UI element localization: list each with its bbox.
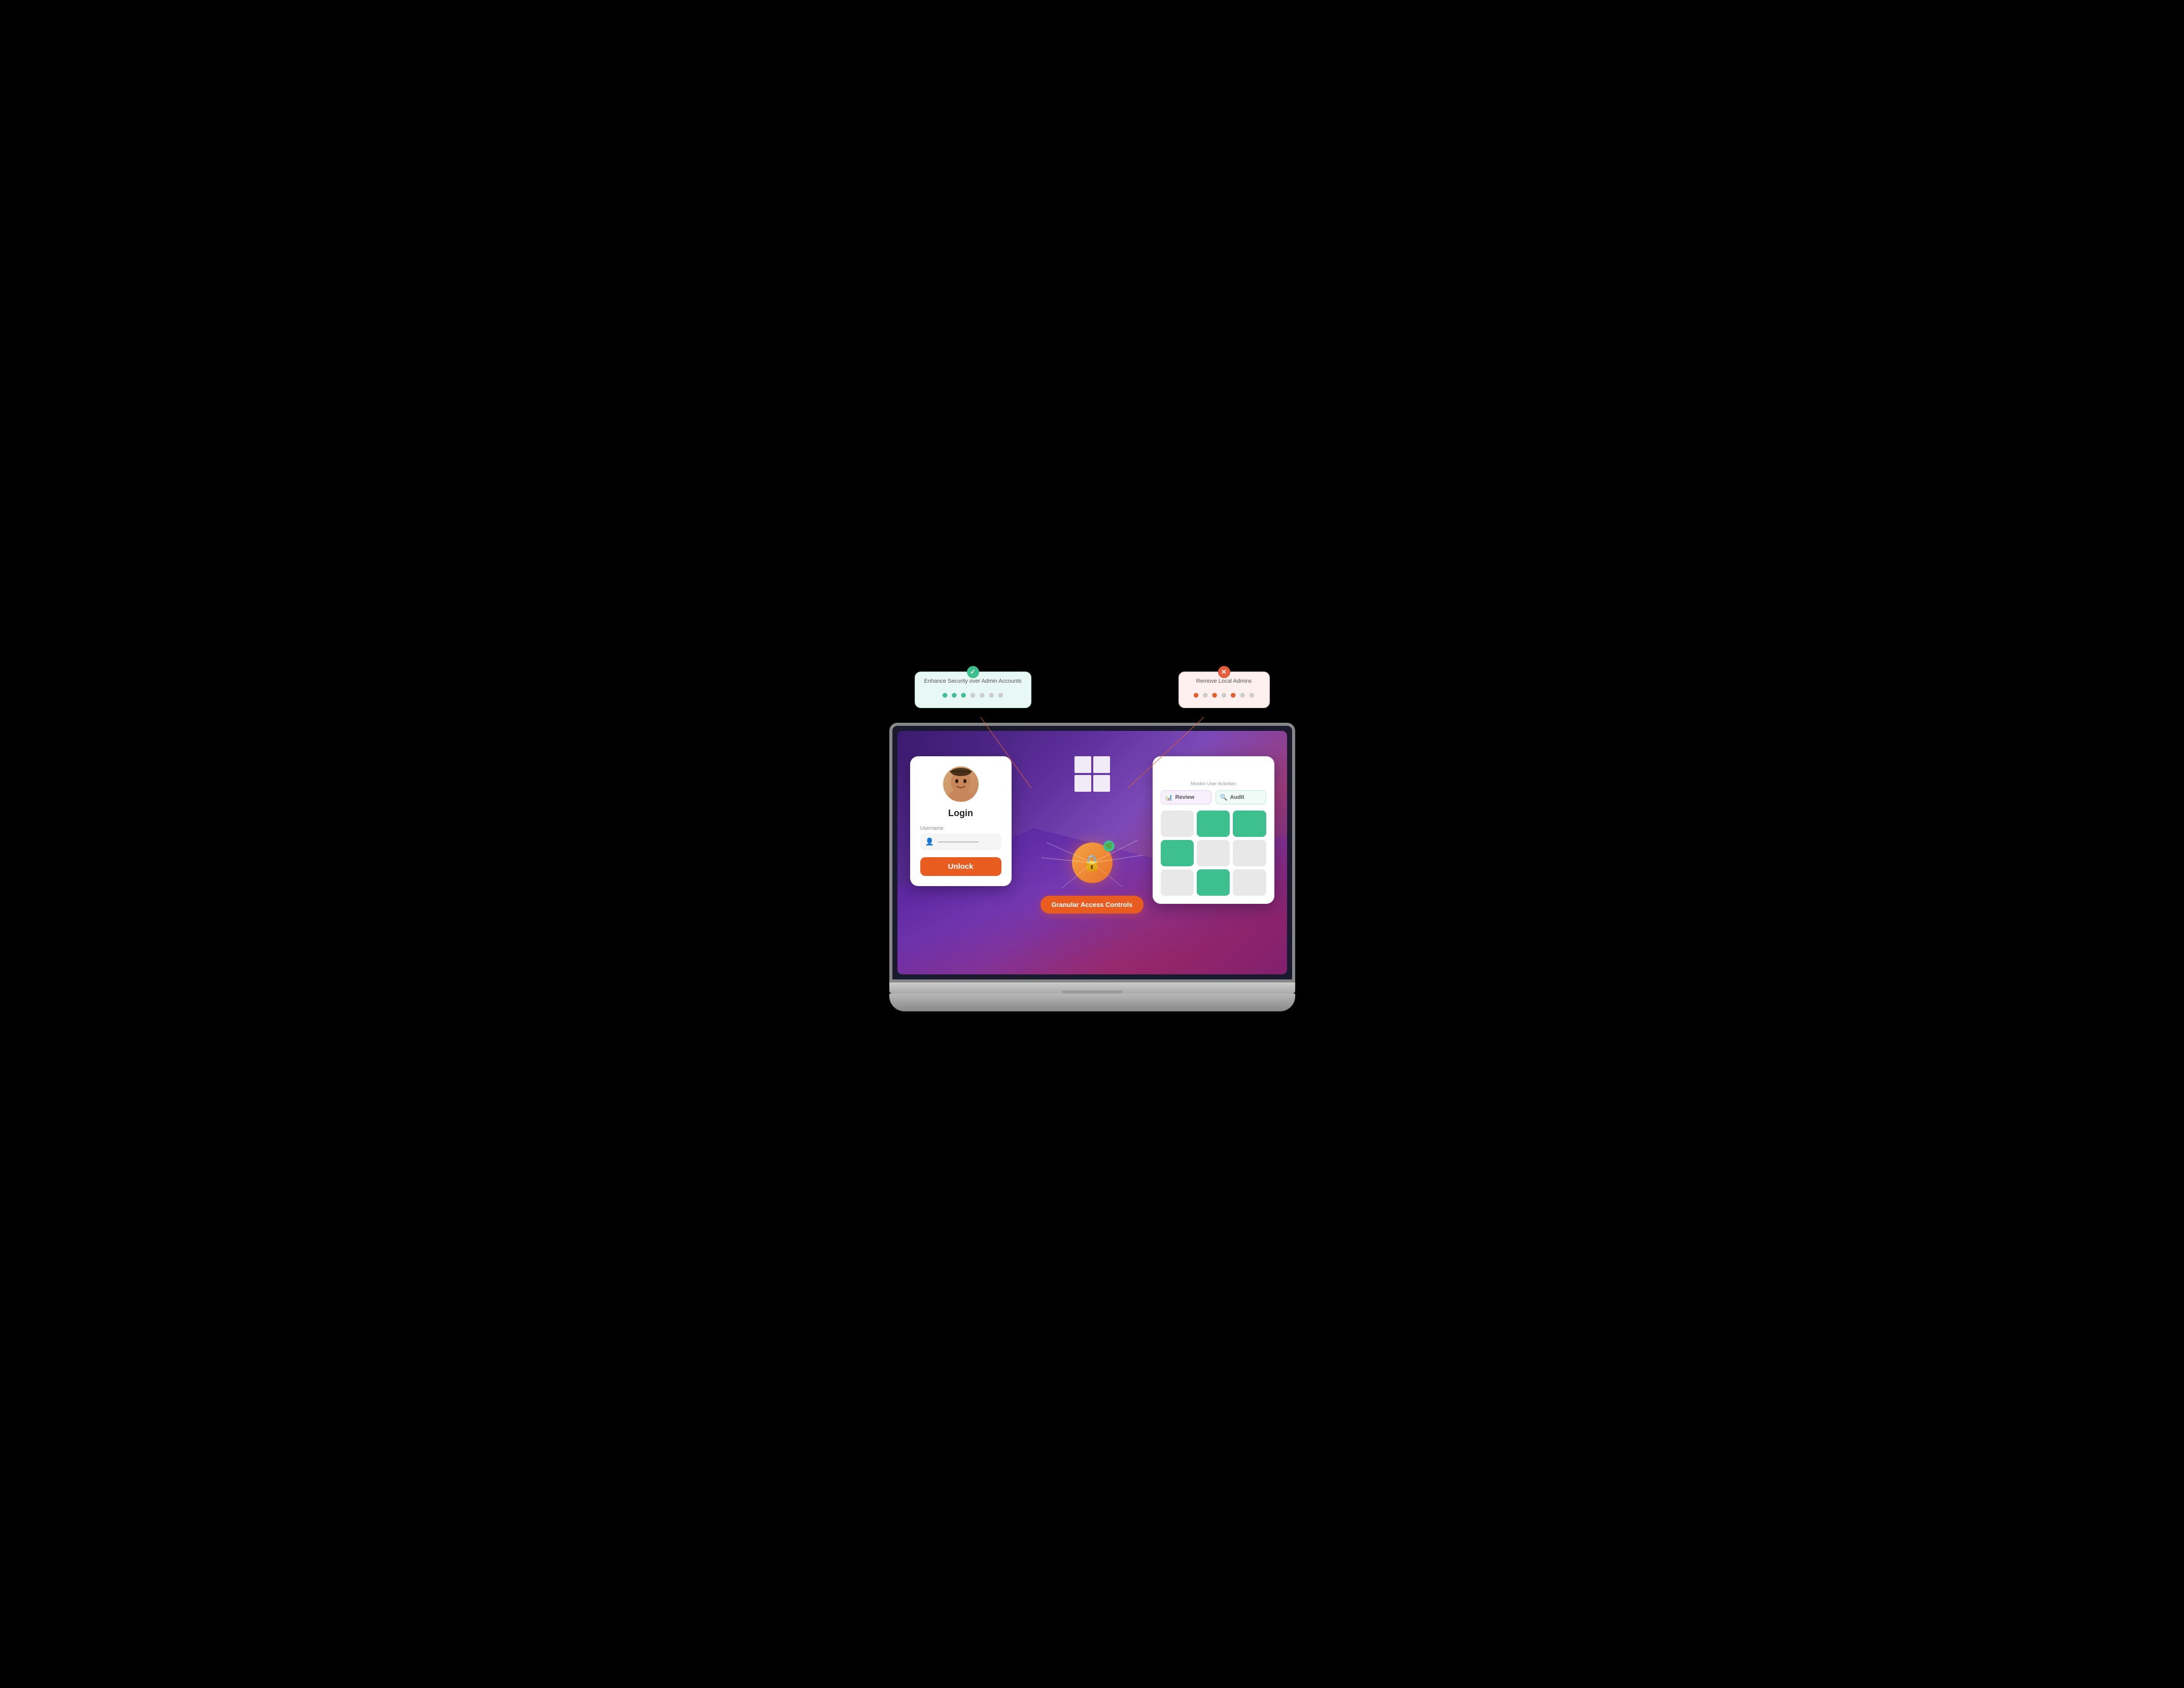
green-check-badge: ✓ (967, 666, 979, 678)
center-lock-area: 🔒 🌿 (1072, 842, 1113, 883)
audit-icon: 🔍 (1220, 794, 1228, 801)
review-audit-row: 📊 Review 🔍 Audit (1161, 790, 1266, 804)
callout-right-title: Remove Local Admins (1188, 678, 1260, 684)
username-input-field[interactable]: 👤 (920, 833, 1001, 850)
user-icon: 👤 (925, 837, 934, 846)
avatar (943, 766, 979, 802)
app-tile-4[interactable] (1161, 840, 1194, 866)
windows-logo (1074, 756, 1110, 792)
monitor-user-activities-label: Monitor User Activities (1161, 781, 1266, 786)
person-icon: ● (1221, 688, 1227, 701)
app-tile-6[interactable] (1233, 840, 1266, 866)
review-label: Review (1175, 794, 1194, 800)
laptop: Login Username 👤 Unlock (889, 723, 1295, 1011)
review-button[interactable]: 📊 Review (1161, 790, 1211, 804)
login-title: Login (948, 808, 973, 819)
username-label: Username (920, 826, 944, 831)
app-tile-9[interactable] (1233, 869, 1266, 896)
win-square-tr (1093, 756, 1110, 773)
person-icon: ● (1211, 688, 1218, 701)
person-icon: ● (960, 688, 967, 701)
person-icon: ● (1249, 688, 1255, 701)
bar-chart-icon: 📊 (1165, 794, 1173, 801)
applications-panel: Your Applications Monitor User Activitie… (1153, 756, 1274, 904)
login-card: Login Username 👤 Unlock (910, 756, 1012, 886)
scene: ✓ Enhance Security over Admin Accounts ●… (864, 666, 1321, 1022)
app-tile-5[interactable] (1197, 840, 1230, 866)
app-grid (1161, 811, 1266, 896)
app-tile-7[interactable] (1161, 869, 1194, 896)
person-icon: ● (979, 688, 985, 701)
remove-admins-callout: ✕ Remove Local Admins ● ● ● ● ● ● ● (1178, 672, 1270, 708)
person-icon: ● (1193, 688, 1199, 701)
your-apps-label: Your Applications (1161, 764, 1266, 776)
enhance-security-callout: ✓ Enhance Security over Admin Accounts ●… (915, 672, 1031, 708)
laptop-screen: Login Username 👤 Unlock (897, 731, 1287, 974)
laptop-bottom (889, 994, 1295, 1011)
people-row-left: ● ● ● ● ● ● ● (924, 688, 1022, 701)
person-icon: ● (988, 688, 994, 701)
laptop-base (889, 982, 1295, 994)
person-icon: ● (997, 688, 1004, 701)
input-placeholder-line (938, 841, 979, 842)
granular-access-button[interactable]: Granular Access Controls (1041, 896, 1144, 913)
win-square-tl (1074, 756, 1091, 773)
app-tile-8[interactable] (1197, 869, 1230, 896)
rays-svg (1042, 832, 1143, 893)
person-icon: ● (1230, 688, 1236, 701)
people-row-right: ● ● ● ● ● ● ● (1188, 688, 1260, 701)
person-icon: ● (1239, 688, 1245, 701)
audit-label: Audit (1230, 794, 1244, 800)
laptop-screen-wrapper: Login Username 👤 Unlock (889, 723, 1295, 982)
person-icon: ● (951, 688, 957, 701)
unlock-button[interactable]: Unlock (920, 857, 1001, 876)
person-icon: ● (942, 688, 948, 701)
win-square-bl (1074, 775, 1091, 792)
app-tile-3[interactable] (1233, 811, 1266, 837)
app-tile-1[interactable] (1161, 811, 1194, 837)
audit-button[interactable]: 🔍 Audit (1216, 790, 1266, 804)
app-tile-2[interactable] (1197, 811, 1230, 837)
win-square-br (1093, 775, 1110, 792)
person-icon: ● (969, 688, 976, 701)
red-x-badge: ✕ (1218, 666, 1230, 678)
person-icon: ● (1202, 688, 1208, 701)
callout-left-title: Enhance Security over Admin Accounts (924, 678, 1022, 684)
